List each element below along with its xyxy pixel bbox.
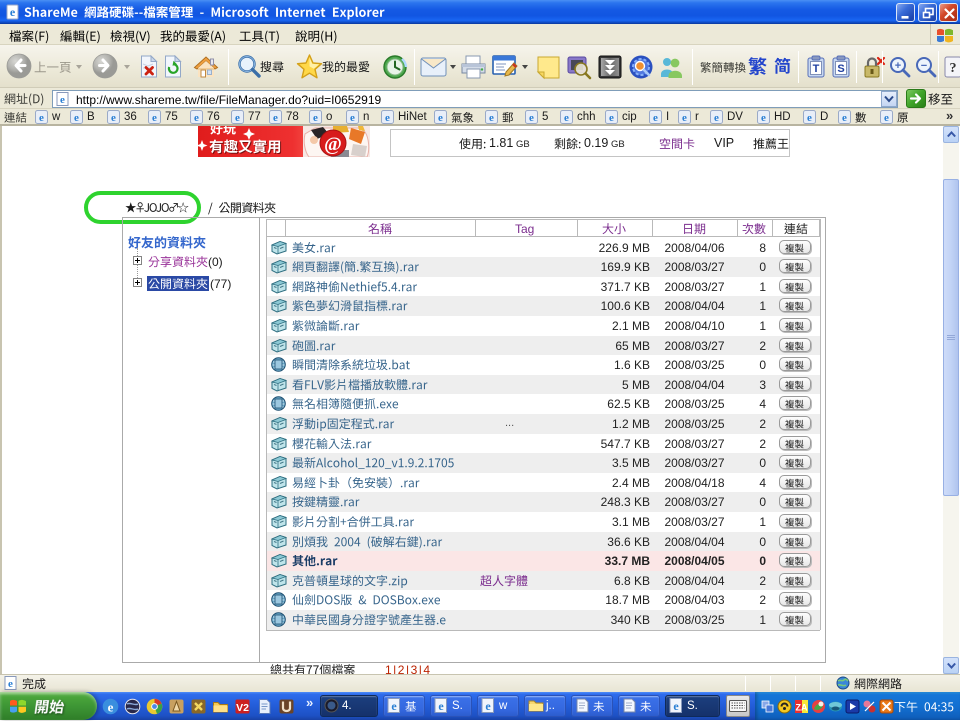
svg-text:e: e — [438, 699, 444, 713]
svg-text:e: e — [489, 112, 494, 124]
svg-text:e: e — [529, 112, 534, 124]
svg-text:e: e — [761, 112, 766, 124]
svg-text:e: e — [273, 112, 278, 124]
svg-text:S: S — [837, 63, 844, 75]
svg-text:e: e — [235, 112, 240, 124]
svg-text:e: e — [194, 112, 199, 124]
svg-text:e: e — [564, 112, 569, 124]
svg-text:e: e — [673, 699, 679, 713]
svg-text:e: e — [313, 112, 318, 124]
svg-text:e: e — [385, 112, 390, 124]
svg-text:e: e — [39, 112, 44, 124]
svg-text:?: ? — [950, 61, 957, 76]
svg-text:e: e — [350, 112, 355, 124]
svg-text:−: − — [921, 60, 927, 72]
svg-text:V2: V2 — [236, 702, 249, 714]
svg-text:e: e — [111, 112, 116, 124]
svg-text:e: e — [10, 5, 16, 19]
svg-text:e: e — [391, 699, 397, 713]
svg-text:e: e — [682, 112, 687, 124]
svg-text:e: e — [485, 699, 491, 713]
svg-text:e: e — [807, 112, 812, 124]
svg-text:T: T — [813, 63, 820, 75]
svg-text:@: @ — [324, 134, 342, 155]
svg-text:ZA: ZA — [796, 703, 808, 713]
svg-text:e: e — [8, 678, 13, 690]
svg-text:e: e — [842, 112, 847, 124]
svg-text:e: e — [74, 112, 79, 124]
svg-text:e: e — [108, 700, 114, 715]
svg-text:e: e — [609, 112, 614, 124]
svg-text:e: e — [884, 112, 889, 124]
svg-text:e: e — [152, 112, 157, 124]
svg-text:e: e — [714, 112, 719, 124]
svg-text:e: e — [60, 94, 65, 106]
svg-text:+: + — [895, 60, 901, 72]
svg-text:e: e — [653, 112, 658, 124]
svg-text:e: e — [438, 112, 443, 124]
